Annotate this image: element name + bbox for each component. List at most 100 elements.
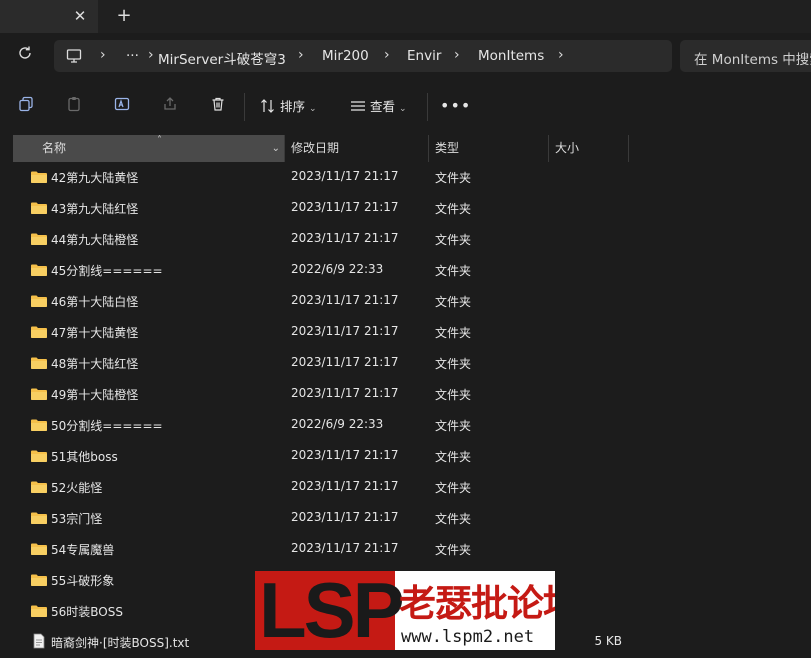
folder-row[interactable]: 49第十大陆橙怪 2023/11/17 21:17 文件夹 [13, 379, 811, 410]
sort-icon [261, 99, 274, 113]
text-file-icon [33, 633, 45, 649]
view-label: 查看 [369, 99, 395, 114]
computer-icon[interactable] [66, 48, 82, 64]
file-date: 2023/11/17 21:17 [291, 448, 399, 462]
breadcrumb-monitems[interactable]: MonItems [478, 48, 544, 64]
chevron-down-icon: ⌄ [308, 104, 317, 114]
column-size-label: 大小 [555, 141, 580, 155]
chevron-right-icon[interactable]: › [384, 47, 390, 63]
chevron-right-icon[interactable]: › [558, 47, 564, 63]
chevron-right-icon[interactable]: › [148, 47, 154, 63]
new-tab-icon[interactable]: + [113, 5, 135, 27]
refresh-icon[interactable] [14, 45, 36, 67]
file-type: 文件夹 [435, 171, 472, 185]
column-header-type[interactable]: 类型 [429, 135, 549, 162]
folder-row[interactable]: 44第九大陆橙怪 2023/11/17 21:17 文件夹 [13, 224, 811, 255]
breadcrumb-more[interactable]: ··· [126, 48, 139, 64]
file-date: 2023/11/17 21:17 [291, 293, 399, 307]
folder-row[interactable]: 50分割线====== 2022/6/9 22:33 文件夹 [13, 410, 811, 441]
folder-row[interactable]: 54专属魔兽 2023/11/17 21:17 文件夹 [13, 534, 811, 565]
file-name: 51其他boss [51, 450, 118, 464]
folder-row[interactable]: 42第九大陆黄怪 2023/11/17 21:17 文件夹 [13, 162, 811, 193]
column-header-name[interactable]: ˄ 名称 ⌄ [13, 135, 285, 162]
file-date: 2023/11/17 21:17 [291, 231, 399, 245]
folder-icon [31, 605, 47, 617]
column-header-date[interactable]: 修改日期 [285, 135, 429, 162]
close-tab-icon[interactable]: ✕ [71, 6, 89, 26]
column-date-label: 修改日期 [291, 141, 340, 155]
file-name: 55斗破形象 [51, 574, 115, 588]
file-name: 49第十大陆橙怪 [51, 388, 139, 402]
file-date: 2023/11/17 21:17 [291, 541, 399, 555]
view-icon [351, 101, 365, 111]
breadcrumb-envir[interactable]: Envir [407, 48, 441, 64]
folder-row[interactable]: 51其他boss 2023/11/17 21:17 文件夹 [13, 441, 811, 472]
rename-icon[interactable] [111, 96, 133, 118]
chevron-right-icon[interactable]: › [454, 47, 460, 63]
file-type: 文件夹 [435, 202, 472, 216]
watermark-logo: LSP 老瑟批论坛 www.lspm2.net [255, 571, 555, 650]
watermark-lsp-text: LSP [259, 571, 405, 650]
folder-row[interactable]: 53宗门怪 2023/11/17 21:17 文件夹 [13, 503, 811, 534]
watermark-url: www.lspm2.net [401, 627, 535, 647]
file-date: 2022/6/9 22:33 [291, 417, 384, 431]
breadcrumb-mir200[interactable]: Mir200 [322, 48, 369, 64]
file-name: 42第九大陆黄怪 [51, 171, 139, 185]
watermark-title: 老瑟批论坛 [399, 582, 555, 625]
file-type: 文件夹 [435, 295, 472, 309]
file-name: 46第十大陆白怪 [51, 295, 139, 309]
share-icon[interactable] [159, 96, 181, 118]
folder-row[interactable]: 46第十大陆白怪 2023/11/17 21:17 文件夹 [13, 286, 811, 317]
chevron-right-icon[interactable]: › [298, 47, 304, 63]
delete-icon[interactable] [207, 96, 229, 118]
column-header-size[interactable]: 大小 [549, 135, 629, 162]
file-date: 2023/11/17 21:17 [291, 479, 399, 493]
folder-icon [31, 264, 47, 276]
active-tab[interactable]: ✕ [0, 0, 98, 33]
toolbar-divider [427, 93, 428, 121]
file-date: 2023/11/17 21:17 [291, 324, 399, 338]
file-type: 文件夹 [435, 264, 472, 278]
breadcrumb-mirserver[interactable]: MirServer斗破苍穹3 [158, 48, 286, 68]
column-type-label: 类型 [435, 141, 460, 155]
folder-icon [31, 388, 47, 400]
sort-button[interactable]: 排序 ⌄ [260, 96, 317, 118]
file-type: 文件夹 [435, 512, 472, 526]
folder-icon [31, 171, 47, 183]
file-name: 56时装BOSS [51, 605, 123, 619]
file-name: 50分割线====== [51, 419, 163, 433]
folder-icon [31, 357, 47, 369]
folder-row[interactable]: 52火能怪 2023/11/17 21:17 文件夹 [13, 472, 811, 503]
folder-icon [31, 295, 47, 307]
chevron-down-icon[interactable]: ⌄ [272, 135, 280, 162]
sort-label: 排序 [279, 99, 305, 114]
folder-icon [31, 512, 47, 524]
file-type: 文件夹 [435, 357, 472, 371]
folder-row[interactable]: 45分割线====== 2022/6/9 22:33 文件夹 [13, 255, 811, 286]
folder-row[interactable]: 48第十大陆红怪 2023/11/17 21:17 文件夹 [13, 348, 811, 379]
file-date: 2023/11/17 21:17 [291, 169, 399, 183]
folder-icon [31, 233, 47, 245]
folder-icon [31, 326, 47, 338]
file-name: 暗裔剑神·[时装BOSS].txt [51, 636, 190, 650]
chevron-down-icon: ⌄ [398, 104, 407, 114]
view-button[interactable]: 查看 ⌄ [350, 96, 407, 118]
file-date: 2023/11/17 21:17 [291, 200, 399, 214]
file-date: 2023/11/17 21:17 [291, 355, 399, 369]
navigation-pane-edge [0, 135, 13, 655]
paste-icon[interactable] [63, 96, 85, 118]
folder-row[interactable]: 47第十大陆黄怪 2023/11/17 21:17 文件夹 [13, 317, 811, 348]
column-name-label: 名称 [42, 141, 67, 155]
search-box[interactable]: 在 MonItems 中搜索 [680, 40, 811, 72]
address-bar-row: › ··· › MirServer斗破苍穹3 › Mir200 › Envir … [0, 33, 811, 79]
folder-icon [31, 450, 47, 462]
file-name: 44第九大陆橙怪 [51, 233, 139, 247]
copy-icon[interactable] [15, 96, 37, 118]
more-options-icon[interactable]: ••• [440, 95, 470, 117]
folder-row[interactable]: 43第九大陆红怪 2023/11/17 21:17 文件夹 [13, 193, 811, 224]
address-bar[interactable]: › ··· › MirServer斗破苍穹3 › Mir200 › Envir … [54, 40, 672, 72]
file-type: 文件夹 [435, 388, 472, 402]
file-date: 2022/6/9 22:33 [291, 262, 384, 276]
chevron-right-icon[interactable]: › [100, 47, 106, 63]
column-header-row: ˄ 名称 ⌄ 修改日期 类型 大小 [0, 135, 811, 162]
